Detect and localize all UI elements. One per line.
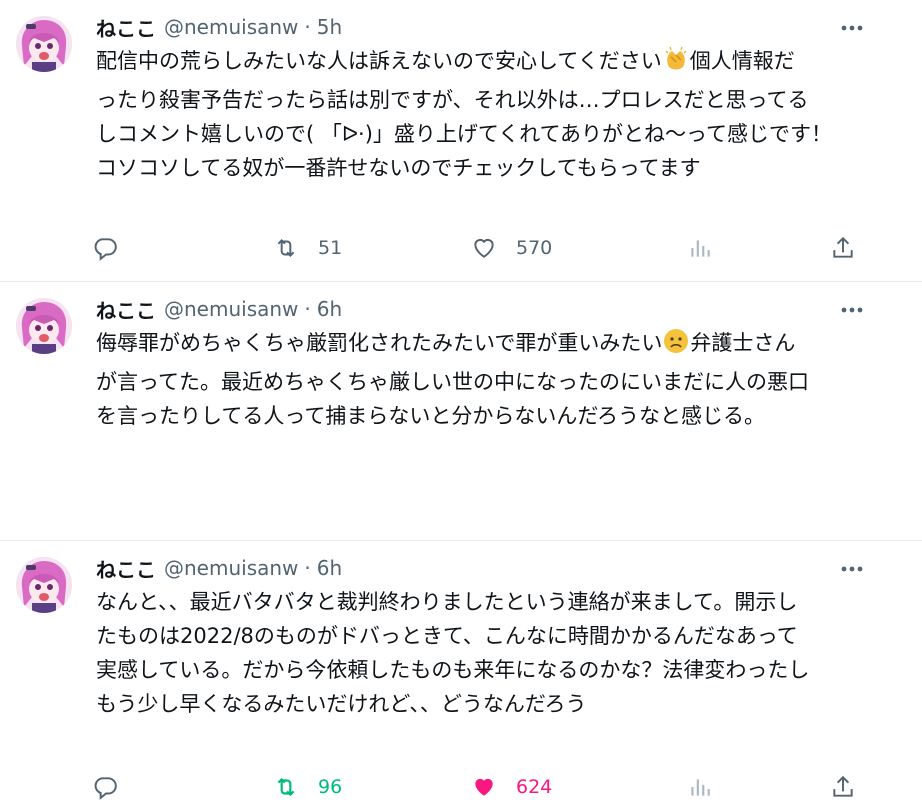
tweet-text-line: しコメント嬉しいので( 「ᐅ·)」盛り上げてくれてありがとね〜って感じです！ [96, 122, 832, 146]
tweet-text-line: ったり殺害予告だったら話は別ですが、それ以外は…プロレスだと思ってる [96, 88, 809, 112]
tweet-text-line: コソコソしてる奴が一番許せないのでチェックしてもらってます [96, 156, 701, 180]
tweet-text-line: 配信中の荒らしみたいな人は訴えないので安心してください 個人情報だ [96, 44, 876, 83]
clapping-hands-emoji [662, 45, 690, 83]
tweet-header: ねここ @nemuisanw · 5h [96, 12, 342, 42]
retweet-button[interactable]: 51 [272, 231, 342, 265]
tweet[interactable]: ねここ @nemuisanw · 5h 配信中の荒らしみたいな人は訴えないので安… [0, 0, 922, 282]
more-icon[interactable] [838, 18, 866, 38]
share-icon [830, 235, 856, 261]
like-count: 570 [516, 237, 553, 259]
reply-button[interactable] [92, 231, 118, 265]
share-button[interactable] [830, 231, 856, 265]
more-icon[interactable] [838, 300, 866, 320]
display-name[interactable]: ねここ [96, 13, 156, 42]
frowning-face-emoji [662, 327, 690, 365]
tweet-text-line: 侮辱罪がめちゃくちゃ厳罰化されたみたいで罪が重いみたい 弁護士さん [96, 326, 876, 365]
like-button[interactable]: 624 [470, 770, 552, 804]
reply-icon [92, 774, 118, 800]
separator-dot: · [304, 297, 311, 321]
user-handle[interactable]: @nemuisanw [164, 297, 298, 321]
retweet-icon [272, 774, 300, 800]
avatar[interactable] [16, 298, 72, 354]
like-count: 624 [516, 776, 553, 798]
like-icon [470, 235, 498, 261]
separator-dot: · [304, 556, 311, 580]
tweet-actions: 96 624 [90, 770, 870, 804]
timestamp[interactable]: 6h [317, 297, 342, 321]
retweet-button[interactable]: 96 [272, 770, 342, 804]
views-icon [687, 774, 713, 800]
display-name[interactable]: ねここ [96, 554, 156, 583]
share-button[interactable] [830, 770, 856, 804]
retweet-count: 96 [318, 776, 343, 798]
retweet-count: 51 [318, 237, 343, 259]
like-button[interactable]: 570 [470, 231, 552, 265]
views-icon [687, 235, 713, 261]
tweet-text: なんと、、最近バタバタと裁判終わりましたという連絡が来まして。開示し たものは2… [96, 585, 876, 721]
avatar[interactable] [16, 557, 72, 613]
tweet-header: ねここ @nemuisanw · 6h [96, 553, 342, 583]
tweet[interactable]: ねここ @nemuisanw · 6h なんと、、最近バタバタと裁判終わりました… [0, 541, 922, 721]
reply-button[interactable] [92, 770, 118, 804]
avatar[interactable] [16, 16, 72, 72]
views-button[interactable] [687, 770, 713, 804]
tweet-text-line: もう少し早くなるみたいだけれど、、どうなんだろう [96, 692, 587, 716]
views-button[interactable] [687, 231, 713, 265]
timestamp[interactable]: 6h [317, 556, 342, 580]
tweet-text-line: なんと、、最近バタバタと裁判終わりましたという連絡が来まして。開示し [96, 590, 798, 614]
tweet-text-line: たものは2022/8のものがドバっときて、こんなに時間かかるんだなあって [96, 624, 798, 648]
tweet-text-line: を言ったりしてる人って捕まらないと分からないんだろうなと感じる。 [96, 404, 766, 428]
tweet-text-line: 実感している。だから今依頼したものも来年になるのかな？法律変わったし [96, 658, 810, 682]
tweet-text-line: が言ってた。最近めちゃくちゃ厳しい世の中になったのにいまだに人の悪口 [96, 370, 809, 394]
tweet[interactable]: ねここ @nemuisanw · 6h 侮辱罪がめちゃくちゃ厳罰化されたみたいで… [0, 282, 922, 800]
timestamp[interactable]: 5h [317, 15, 342, 39]
like-icon [470, 774, 498, 800]
separator-dot: · [304, 15, 311, 39]
tweet-header: ねここ @nemuisanw · 6h [96, 294, 342, 324]
share-icon [830, 774, 856, 800]
user-handle[interactable]: @nemuisanw [164, 15, 298, 39]
tweet-actions: 51 570 [90, 231, 870, 265]
tweet-text: 配信中の荒らしみたいな人は訴えないので安心してください 個人情報だ ったり殺害予告… [96, 44, 876, 185]
tweet-text: 侮辱罪がめちゃくちゃ厳罰化されたみたいで罪が重いみたい 弁護士さん が言ってた。最… [96, 326, 876, 433]
more-icon[interactable] [838, 559, 866, 579]
user-handle[interactable]: @nemuisanw [164, 556, 298, 580]
retweet-icon [272, 235, 300, 261]
display-name[interactable]: ねここ [96, 295, 156, 324]
reply-icon [92, 235, 118, 261]
